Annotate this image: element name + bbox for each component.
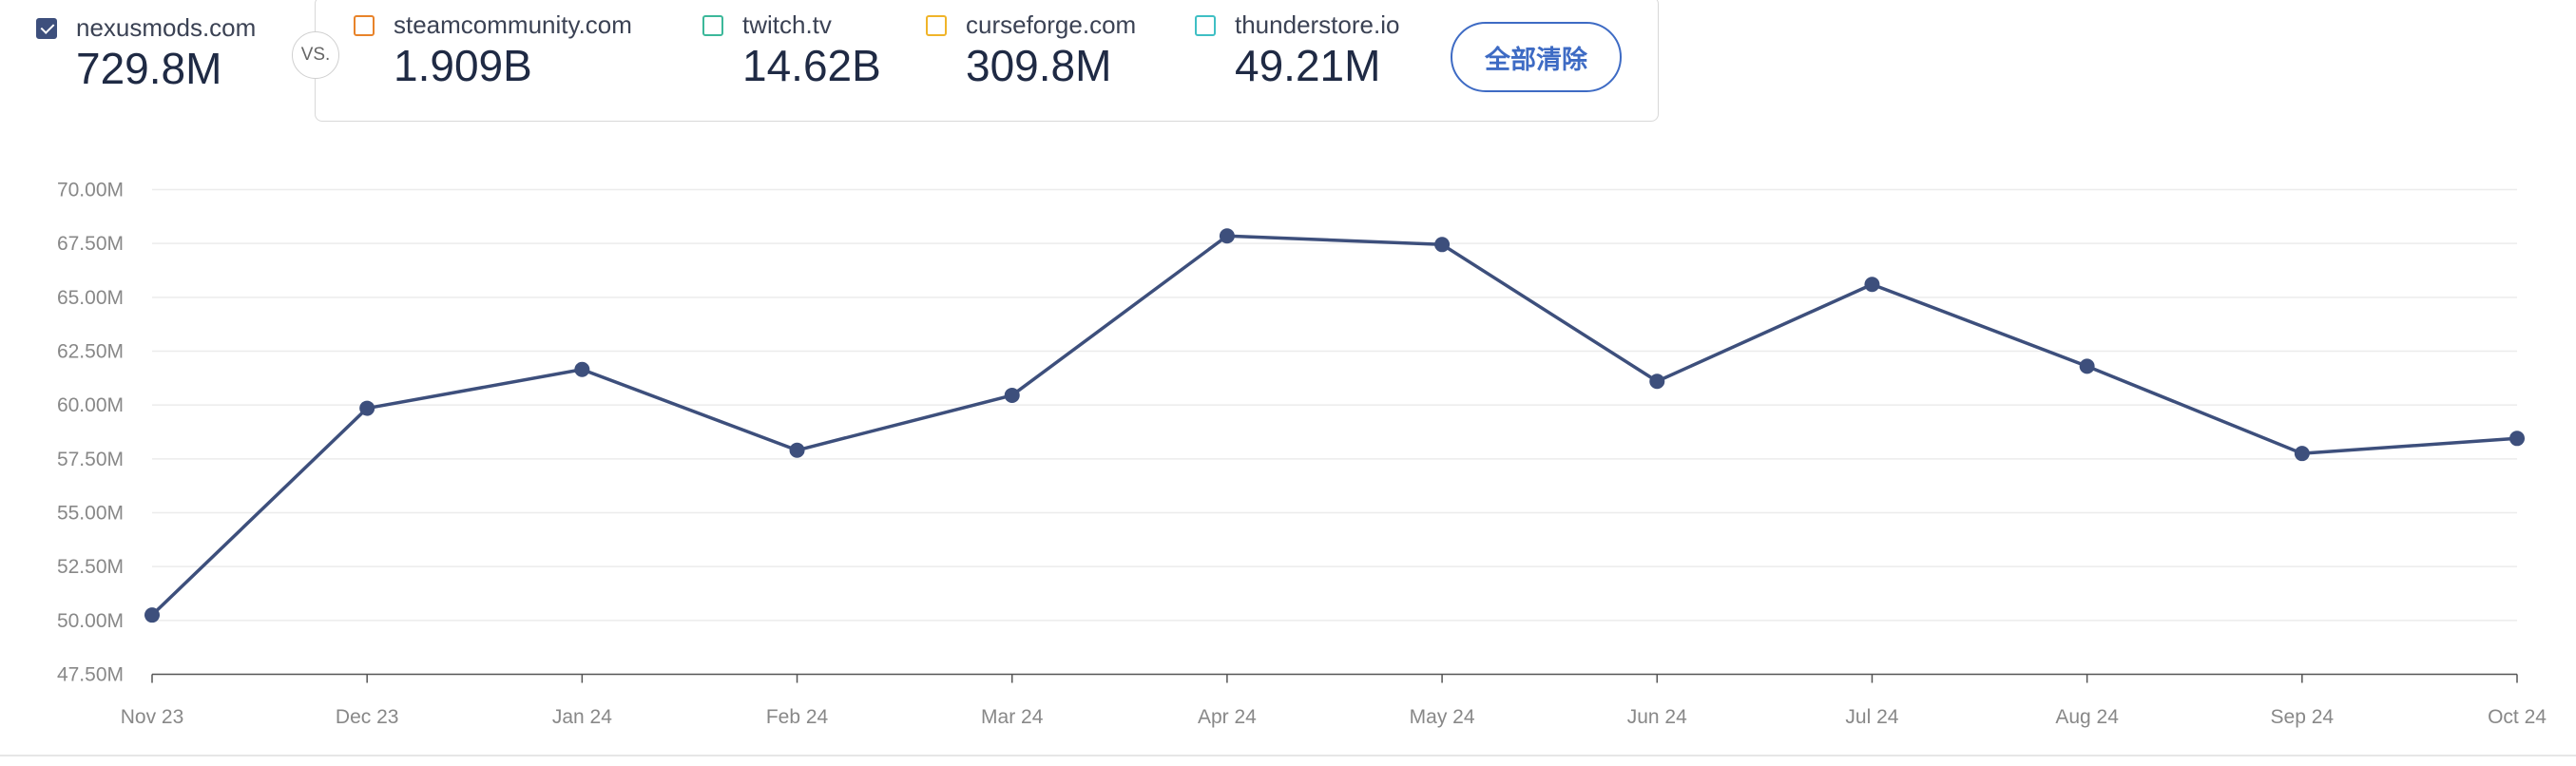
- data-point: [1434, 237, 1451, 253]
- x-tick-label: Dec 23: [336, 706, 399, 728]
- y-tick-label: 47.50M: [57, 664, 124, 686]
- x-tick-label: Apr 24: [1198, 706, 1257, 728]
- traffic-line-chart: 47.50M 50.00M 52.50M 55.00M 57.50M 60.00M 62.5…: [57, 180, 2547, 729]
- data-point: [1864, 277, 1880, 293]
- x-tick-label: Mar 24: [981, 706, 1044, 728]
- x-tick-label: Jan 24: [552, 706, 612, 728]
- y-tick-label: 65.00M: [57, 287, 124, 309]
- y-tick-label: 55.00M: [57, 503, 124, 525]
- y-tick-label: 52.50M: [57, 556, 124, 578]
- x-tick-label: Jun 24: [1627, 706, 1687, 728]
- data-point: [789, 442, 805, 458]
- series-line: [150, 234, 2518, 617]
- x-tick-label: Nov 23: [121, 706, 184, 728]
- y-tick-label: 50.00M: [57, 610, 124, 632]
- data-point: [359, 400, 375, 416]
- data-point: [1219, 228, 1235, 244]
- data-point: [2079, 358, 2095, 374]
- data-point: [574, 361, 590, 377]
- data-point: [1004, 387, 1020, 403]
- x-tick-label: Feb 24: [766, 706, 829, 728]
- divider: [0, 755, 2576, 756]
- x-tick-label: Aug 24: [2055, 706, 2119, 728]
- x-tick-label: May 24: [1410, 706, 1475, 728]
- x-tick-label: Jul 24: [1845, 706, 1898, 728]
- y-tick-label: 67.50M: [57, 233, 124, 255]
- data-point: [1649, 373, 1665, 390]
- y-tick-label: 62.50M: [57, 341, 124, 363]
- x-tick-label: Sep 24: [2271, 706, 2335, 728]
- y-tick-label: 60.00M: [57, 394, 124, 416]
- data-point: [2509, 431, 2525, 447]
- data-point: [2294, 446, 2310, 462]
- data-point: [144, 607, 160, 623]
- vs-badge: VS.: [292, 31, 339, 79]
- y-tick-label: 70.00M: [57, 180, 124, 201]
- x-tick-label: Oct 24: [2488, 706, 2547, 728]
- y-tick-label: 57.50M: [57, 449, 124, 470]
